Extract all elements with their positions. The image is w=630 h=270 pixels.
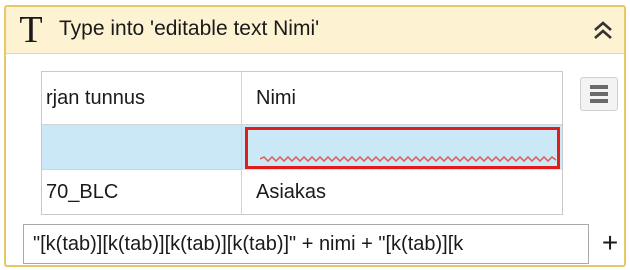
type-into-activity[interactable]: T Type into 'editable text Nimi' rjan tu… (4, 5, 626, 267)
menu-bar (590, 92, 608, 96)
expression-value: "[k(tab)][k(tab)][k(tab)][k(tab)]" + nim… (33, 233, 464, 255)
table-cell (42, 125, 242, 170)
target-screenshot-grid: rjan tunnus Nimi 70_BLC Asiakas (41, 71, 563, 215)
table-cell-editable-nimi (242, 125, 562, 170)
menu-bar (590, 85, 608, 89)
plus-icon[interactable]: + (595, 224, 625, 264)
table-cell: Asiakas (256, 181, 327, 203)
column-header-tunnus: rjan tunnus (42, 72, 242, 125)
double-chevron-up-icon[interactable] (590, 17, 616, 43)
table-cell: 70_BLC (42, 170, 242, 214)
activity-title: Type into 'editable text Nimi' (59, 17, 320, 40)
column-header-nimi: Nimi (242, 72, 562, 125)
type-into-icon: T (19, 9, 43, 51)
text-expression-input[interactable]: "[k(tab)][k(tab)][k(tab)][k(tab)]" + nim… (23, 224, 589, 264)
menu-bar (590, 99, 608, 103)
hamburger-menu-icon[interactable] (580, 77, 618, 111)
activity-header[interactable]: T Type into 'editable text Nimi' (6, 7, 624, 54)
spellcheck-squiggle (260, 156, 556, 162)
